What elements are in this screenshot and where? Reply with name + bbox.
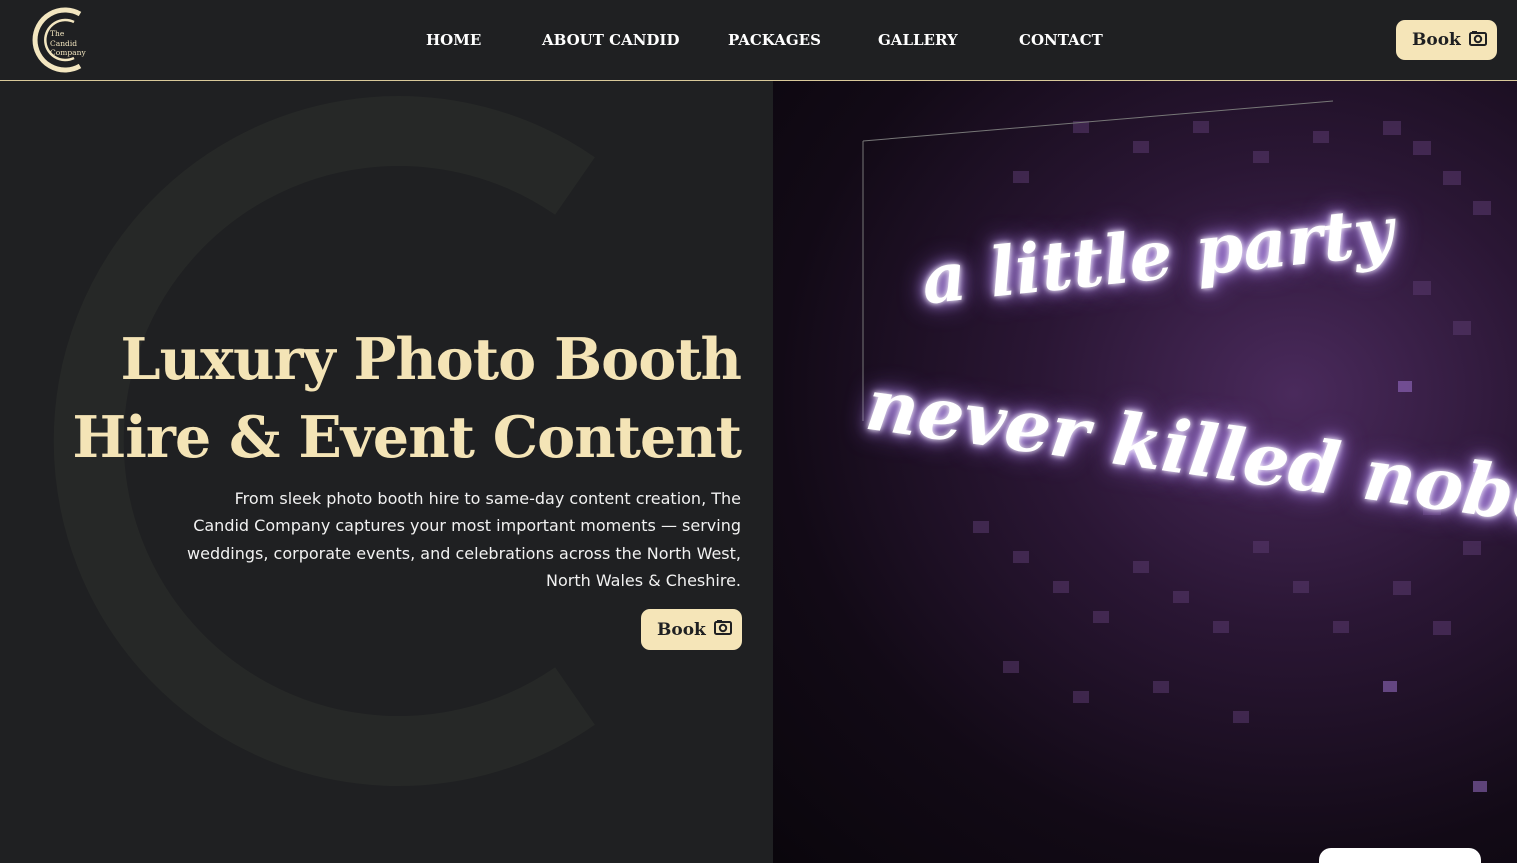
nav-packages[interactable]: PACKAGES [728, 31, 821, 49]
header-book-button[interactable]: Book [1396, 20, 1497, 60]
nav-about-candid[interactable]: ABOUT CANDID [542, 31, 679, 49]
site-header: The Candid Company HOME ABOUT CANDID PAC… [0, 0, 1517, 81]
hero-title: Luxury Photo Booth Hire & Event Content [41, 321, 742, 477]
hero-neon-image: a little party never killed nobody [773, 81, 1517, 863]
book-label: Book [657, 619, 706, 640]
hero-title-line-1: Luxury Photo Booth [120, 326, 742, 393]
nav-gallery[interactable]: GALLERY [878, 31, 958, 49]
floating-widget[interactable] [1319, 848, 1481, 863]
hero-description: From sleek photo booth hire to same-day … [187, 489, 741, 590]
camera-icon [713, 619, 732, 640]
hero-section: Luxury Photo Booth Hire & Event Content … [0, 81, 773, 863]
hero-book-button[interactable]: Book [641, 609, 742, 650]
camera-icon [1468, 30, 1487, 51]
nav-contact[interactable]: CONTACT [1019, 31, 1103, 49]
hero-title-line-2: Hire & Event Content [72, 404, 742, 471]
book-label: Book [1412, 30, 1461, 50]
nav-home[interactable]: HOME [426, 31, 481, 49]
main-nav: HOME ABOUT CANDID PACKAGES GALLERY CONTA… [0, 31, 1517, 55]
